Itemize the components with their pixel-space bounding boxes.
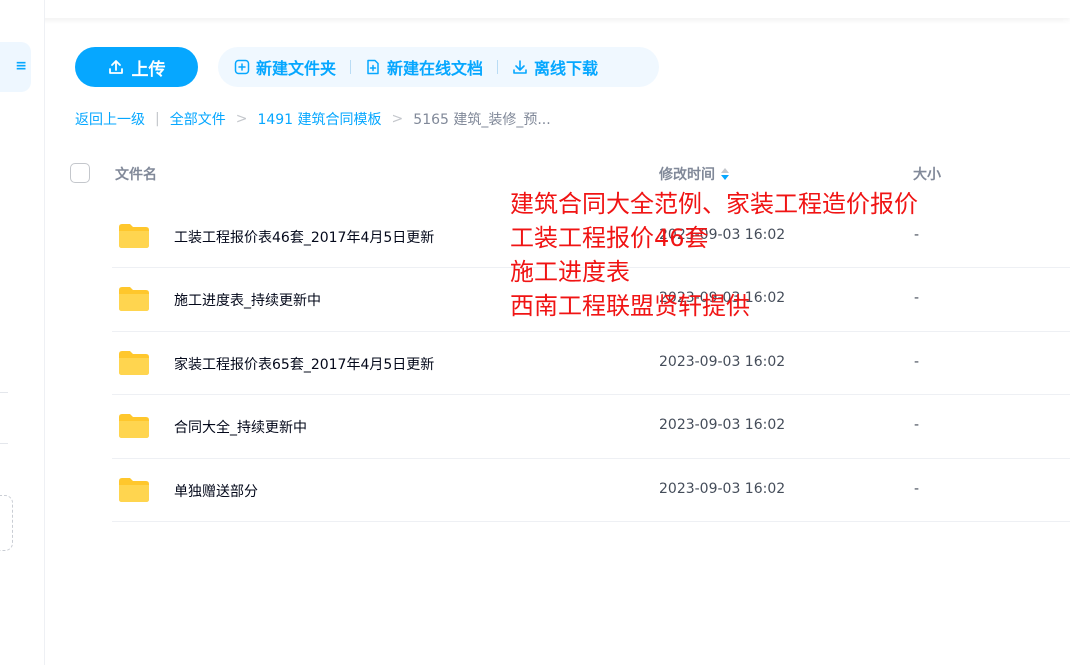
file-name[interactable]: 家装工程报价表65套_2017年4月5日更新 (174, 354, 434, 374)
sidebar-dashed-box[interactable] (0, 495, 13, 551)
breadcrumb-arrow: > (235, 111, 248, 127)
table-row[interactable]: 合同大全_持续更新中 2023-09-03 16:02 - (112, 395, 1070, 459)
offline-download-label: 离线下载 (534, 59, 599, 78)
overlay-line: 西南工程联盟贤轩提供 (510, 292, 750, 320)
sidebar-active-item[interactable]: ≡ (0, 42, 31, 92)
file-name[interactable]: 单独赠送部分 (174, 481, 258, 501)
new-online-doc-button[interactable]: 新建在线文档 (365, 55, 483, 79)
file-size: - (914, 480, 920, 497)
new-folder-button[interactable]: 新建文件夹 (234, 55, 336, 79)
left-sidebar: ≡ (0, 0, 45, 665)
select-all-checkbox[interactable] (70, 163, 90, 183)
column-header-size[interactable]: 大小 (913, 164, 941, 184)
folder-icon (119, 414, 149, 439)
new-folder-label: 新建文件夹 (256, 59, 337, 78)
breadcrumb-back-link[interactable]: 返回上一级 (75, 109, 145, 129)
breadcrumb: 返回上一级 | 全部文件 > 1491 建筑合同模板 > 5165 建筑_装修_… (75, 110, 551, 128)
toolbar-divider (497, 60, 499, 74)
offline-download-button[interactable]: 离线下载 (512, 55, 598, 79)
folder-icon (119, 287, 149, 312)
breadcrumb-item-all-files[interactable]: 全部文件 (170, 109, 226, 129)
download-icon (513, 60, 527, 74)
file-size: - (914, 417, 920, 434)
upload-button[interactable]: 上传 (75, 47, 198, 87)
sidebar-divider (0, 392, 8, 393)
new-online-doc-label: 新建在线文档 (387, 59, 484, 78)
file-name[interactable]: 施工进度表_持续更新中 (174, 290, 321, 310)
folder-icon (119, 224, 149, 248)
file-modified-time: 2023-09-03 16:02 (659, 417, 786, 434)
top-bar (0, 0, 1070, 18)
table-row[interactable]: 家装工程报价表65套_2017年4月5日更新 2023-09-03 16:02 … (112, 332, 1070, 396)
add-folder-icon (234, 59, 250, 75)
upload-icon (108, 60, 123, 74)
file-name[interactable]: 合同大全_持续更新中 (174, 417, 307, 437)
table-row[interactable]: 单独赠送部分 2023-09-03 16:02 - (112, 459, 1070, 522)
toolbar-divider (350, 60, 352, 74)
file-modified-time: 2023-09-03 16:02 (659, 353, 786, 370)
document-add-icon (367, 59, 379, 75)
overlay-line: 施工进度表 (510, 258, 630, 286)
column-header-time-label: 修改时间 (659, 167, 715, 183)
folder-icon (119, 350, 149, 375)
overlay-line: 工装工程报价46套 (510, 224, 709, 252)
breadcrumb-item-current: 5165 建筑_装修_预... (413, 112, 551, 128)
file-modified-time: 2023-09-03 16:02 (659, 480, 786, 497)
breadcrumb-arrow: > (391, 111, 404, 127)
table-header: 文件名 修改时间 大小 (70, 160, 1070, 186)
list-icon: ≡ (15, 58, 27, 74)
sidebar-divider (0, 443, 8, 444)
folder-icon (119, 477, 149, 502)
sort-icon[interactable] (721, 168, 729, 180)
column-header-name[interactable]: 文件名 (115, 164, 157, 184)
overlay-annotation: 建筑合同大全范例、家装工程造价报价 工装工程报价46套 施工进度表 西南工程联盟… (510, 187, 918, 323)
breadcrumb-item-folder[interactable]: 1491 建筑合同模板 (257, 109, 381, 129)
file-name[interactable]: 工装工程报价表46套_2017年4月5日更新 (174, 227, 434, 247)
file-size: - (914, 353, 920, 370)
upload-label: 上传 (131, 59, 166, 80)
overlay-line: 建筑合同大全范例、家装工程造价报价 (510, 190, 918, 218)
toolbar-group: 新建文件夹 新建在线文档 离线下载 (218, 47, 659, 87)
breadcrumb-divider: | (155, 111, 160, 127)
column-header-time[interactable]: 修改时间 (659, 164, 729, 184)
